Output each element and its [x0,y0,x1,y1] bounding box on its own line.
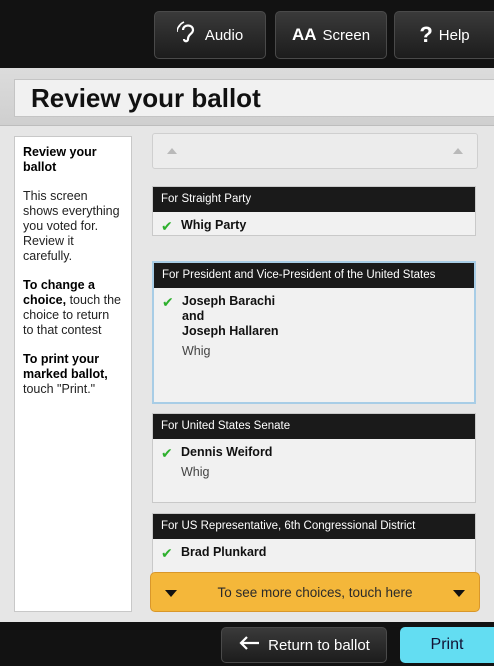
candidate-name: Joseph Hallaren [182,324,279,338]
contest-title: For US Representative, 6th Congressional… [153,514,475,539]
print-button[interactable]: Print [400,627,494,663]
instructions-print-text: touch "Print." [23,382,96,396]
bottom-toolbar: Return to ballot Print [0,622,494,666]
audio-button[interactable]: Audio [154,11,266,59]
checkmark-icon: ✔ [161,445,173,461]
page-title: Review your ballot [31,83,261,113]
contest-title: For United States Senate [153,414,475,439]
checkmark-icon: ✔ [161,218,173,234]
contest-president[interactable]: For President and Vice-President of the … [152,261,476,404]
help-button[interactable]: ? Help [394,11,494,59]
return-label: Return to ballot [268,636,370,654]
ear-icon [176,21,199,49]
candidate-party: Whig [182,344,211,358]
return-to-ballot-button[interactable]: Return to ballot [221,627,387,663]
instructions-intro: This screen shows everything you voted f… [23,189,120,263]
candidate-conjunction: and [182,309,205,323]
contest-title: For President and Vice-President of the … [154,263,474,288]
contest-straight-party[interactable]: For Straight Party ✔ Whig Party [152,186,476,236]
candidate-party: Whig [181,465,210,479]
scroll-up-button[interactable] [152,133,478,169]
help-label: Help [438,26,470,44]
top-toolbar: Audio AA Screen ? Help [0,0,494,68]
checkmark-icon: ✔ [161,545,173,561]
checkmark-icon: ✔ [162,294,174,310]
candidate-name: Brad Plunkard [181,545,267,559]
more-choices-button[interactable]: To see more choices, touch here [150,572,480,612]
help-icon: ? [419,22,433,47]
more-choices-label: To see more choices, touch here [217,584,413,600]
text-size-icon: AA [291,25,317,44]
down-arrow-icon [165,590,177,597]
down-arrow-icon [453,590,465,597]
candidate-name: Joseph Barachi [182,294,276,308]
up-arrow-icon [453,148,463,154]
candidate-name: Dennis Weiford [181,445,273,459]
screen-label: Screen [322,26,371,44]
up-arrow-icon [167,148,177,154]
instructions-print-bold: To print your marked ballot, [23,352,108,381]
title-box: Review your ballot [14,79,494,117]
instructions-heading: Review your ballot [23,145,97,174]
audio-label: Audio [204,26,244,44]
left-arrow-icon [238,634,260,657]
screen-button[interactable]: AA Screen [275,11,387,59]
print-label: Print [430,636,464,653]
instructions-panel: Review your ballot This screen shows eve… [14,136,132,612]
title-band: Review your ballot [0,68,494,126]
contest-list: For Straight Party ✔ Whig Party For Pres… [152,177,476,587]
contest-title: For Straight Party [153,187,475,212]
contest-senate[interactable]: For United States Senate ✔ Dennis Weifor… [152,413,476,503]
candidate-name: Whig Party [181,218,247,232]
